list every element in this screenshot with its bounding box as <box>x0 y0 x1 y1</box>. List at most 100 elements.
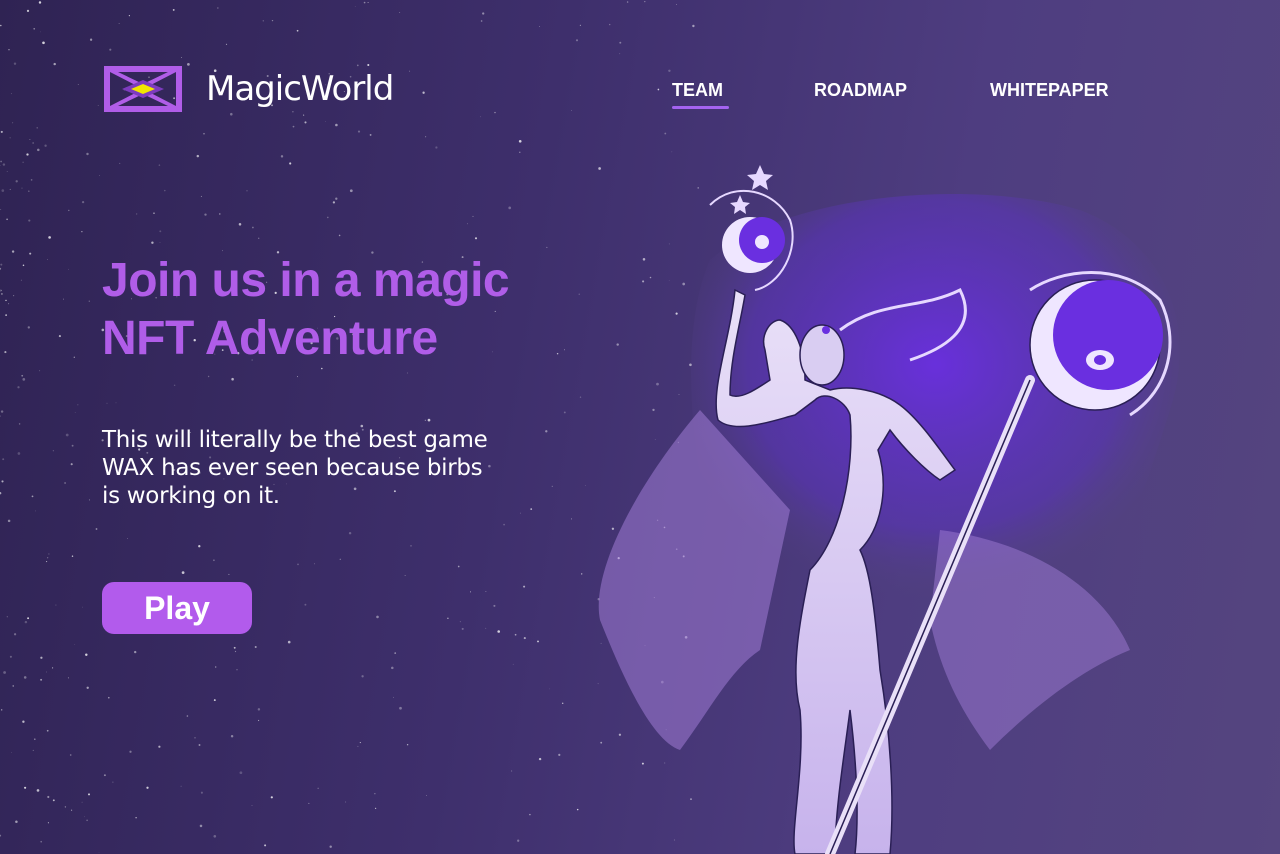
star-dot <box>86 152 89 156</box>
star-dot <box>217 7 219 9</box>
nav-whitepaper-link[interactable]: WHITEPAPER <box>990 80 1109 101</box>
star-dot <box>3 671 6 674</box>
star-dot <box>289 162 292 165</box>
nav-team-link[interactable]: TEAM <box>672 80 729 109</box>
nav-roadmap-link[interactable]: ROADMAP <box>814 80 907 101</box>
star-dot <box>1 709 3 711</box>
star-dot <box>369 133 372 136</box>
star-dot <box>6 616 8 618</box>
star-dot <box>9 655 12 658</box>
star-dot <box>119 162 121 164</box>
star-dot <box>34 738 36 740</box>
star-dot <box>329 845 332 848</box>
star-dot <box>345 801 347 803</box>
star-dot <box>181 571 185 574</box>
star-dot <box>23 676 27 679</box>
star-dot <box>5 299 7 302</box>
star-dot <box>15 180 18 183</box>
star-dot <box>47 795 50 799</box>
star-dot <box>67 268 69 270</box>
star-dot <box>134 650 137 654</box>
star-dot <box>348 531 352 535</box>
star-dot <box>8 48 10 51</box>
star-dot <box>297 376 298 378</box>
star-dot <box>219 213 221 215</box>
star-dot <box>128 15 130 17</box>
description-line-3: is working on it. <box>102 483 280 509</box>
star-dot <box>203 132 205 135</box>
star-dot <box>27 326 30 329</box>
star-dot <box>459 621 461 623</box>
star-dot <box>71 809 73 811</box>
star-dot <box>38 1 42 4</box>
star-dot <box>404 575 406 576</box>
star-dot <box>280 155 284 158</box>
star-dot <box>153 212 155 214</box>
star-dot <box>335 197 338 200</box>
star-dot <box>1 189 5 192</box>
star-dot <box>303 114 305 116</box>
sorceress-head-shape <box>799 324 845 386</box>
star-dot <box>374 807 377 810</box>
star-dot <box>15 820 18 824</box>
star-dot <box>172 8 175 11</box>
star-dot <box>376 615 379 619</box>
star-dot <box>325 121 326 123</box>
star-dot <box>47 557 49 559</box>
star-dot <box>24 620 28 624</box>
star-dot <box>4 351 7 354</box>
star-dot <box>127 538 128 539</box>
star-dot <box>40 678 43 681</box>
star-dot <box>28 219 31 222</box>
star-dot <box>12 122 14 124</box>
star-dot <box>264 844 267 847</box>
star-dot <box>70 463 73 466</box>
star-dot <box>357 745 359 747</box>
star-dot <box>317 787 319 789</box>
star-dot <box>65 433 69 437</box>
star-dot <box>74 643 76 645</box>
star-dot <box>427 418 431 422</box>
star-dot <box>424 419 426 421</box>
star-dot <box>64 482 67 484</box>
star-dot <box>32 749 34 751</box>
star-dot <box>151 241 154 244</box>
star-dot <box>9 188 11 190</box>
star-dot <box>21 374 24 377</box>
star-dot <box>213 834 217 838</box>
star-dot <box>0 415 1 417</box>
star-dot <box>13 295 15 297</box>
star-dot <box>292 125 295 128</box>
star-dot <box>409 70 411 72</box>
star-dot <box>0 160 2 163</box>
star-dot <box>469 591 472 593</box>
star-dot <box>164 189 166 192</box>
star-dot <box>13 62 17 65</box>
star-dot <box>472 215 474 217</box>
star-dot <box>213 559 215 562</box>
star-dot <box>89 38 93 41</box>
star-dot <box>22 720 25 723</box>
star-dot <box>81 231 83 233</box>
star-dot <box>225 43 228 46</box>
star-dot <box>199 824 203 828</box>
star-dot <box>64 806 67 808</box>
star-dot <box>213 699 216 702</box>
star-dot <box>327 216 329 219</box>
star-dot <box>10 93 12 95</box>
star-dot <box>391 666 394 670</box>
star-dot <box>664 132 667 135</box>
star-dot <box>425 136 427 138</box>
star-dot <box>2 458 5 461</box>
star-dot <box>349 189 353 193</box>
star-dot <box>39 370 41 372</box>
play-button[interactable]: Play <box>102 582 252 634</box>
star-dot <box>222 250 223 252</box>
star-dot <box>271 19 274 22</box>
star-dot <box>86 819 88 822</box>
star-dot <box>136 213 138 215</box>
star-dot <box>657 88 660 91</box>
brand-logo[interactable]: MagicWorld <box>102 64 394 114</box>
star-dot <box>1 480 4 483</box>
star-dot <box>0 209 2 210</box>
